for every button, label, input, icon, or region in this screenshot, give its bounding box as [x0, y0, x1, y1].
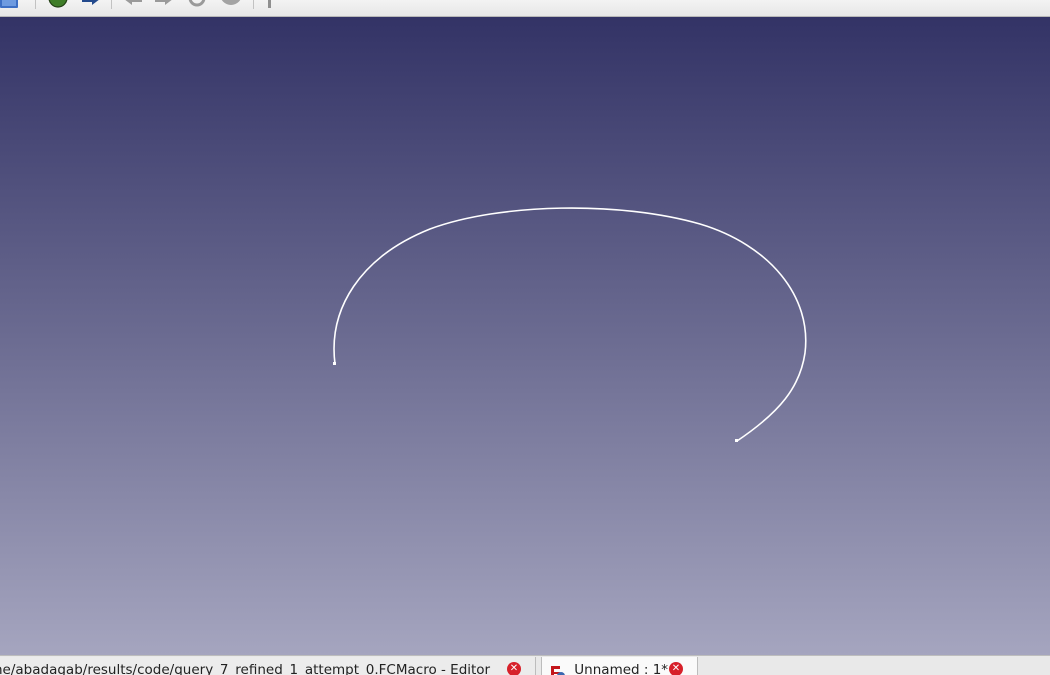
view-box-icon[interactable] [0, 0, 18, 8]
viewport-canvas [333, 207, 807, 442]
close-icon[interactable]: ✕ [669, 662, 683, 675]
forward-arrow-icon[interactable] [80, 0, 102, 7]
arc-end-vertex[interactable] [735, 439, 738, 442]
tab-macro-editor[interactable]: ne/abadagab/results/code/query_7_refined… [0, 657, 536, 675]
freecad-window: ne/abadagab/results/code/query_7_refined… [0, 0, 1050, 675]
freecad-document-icon [551, 663, 565, 675]
tab-macro-editor-label: ne/abadagab/results/code/query_7_refined… [0, 662, 491, 675]
toolbar-separator [35, 0, 36, 9]
arc-curve[interactable] [333, 207, 807, 442]
tab-unnamed-document-label: Unnamed : 1* [574, 662, 669, 675]
web-globe-icon[interactable] [48, 0, 68, 8]
forward-nav-icon[interactable] [153, 0, 175, 7]
arc-start-vertex[interactable] [333, 362, 336, 365]
document-tab-bar: ne/abadagab/results/code/query_7_refined… [0, 655, 1050, 675]
toolbar [0, 0, 1050, 17]
close-icon[interactable]: ✕ [507, 662, 521, 675]
pin-icon[interactable] [264, 0, 276, 8]
toolbar-separator [111, 0, 112, 9]
refresh-icon[interactable] [186, 0, 208, 7]
toolbar-separator [253, 0, 254, 9]
3d-viewport[interactable] [0, 17, 1050, 655]
tab-unnamed-document[interactable]: Unnamed : 1* ✕ [541, 657, 698, 675]
stop-icon[interactable] [219, 0, 243, 7]
zoom-icon[interactable] [296, 0, 310, 7]
back-nav-icon[interactable] [122, 0, 144, 7]
